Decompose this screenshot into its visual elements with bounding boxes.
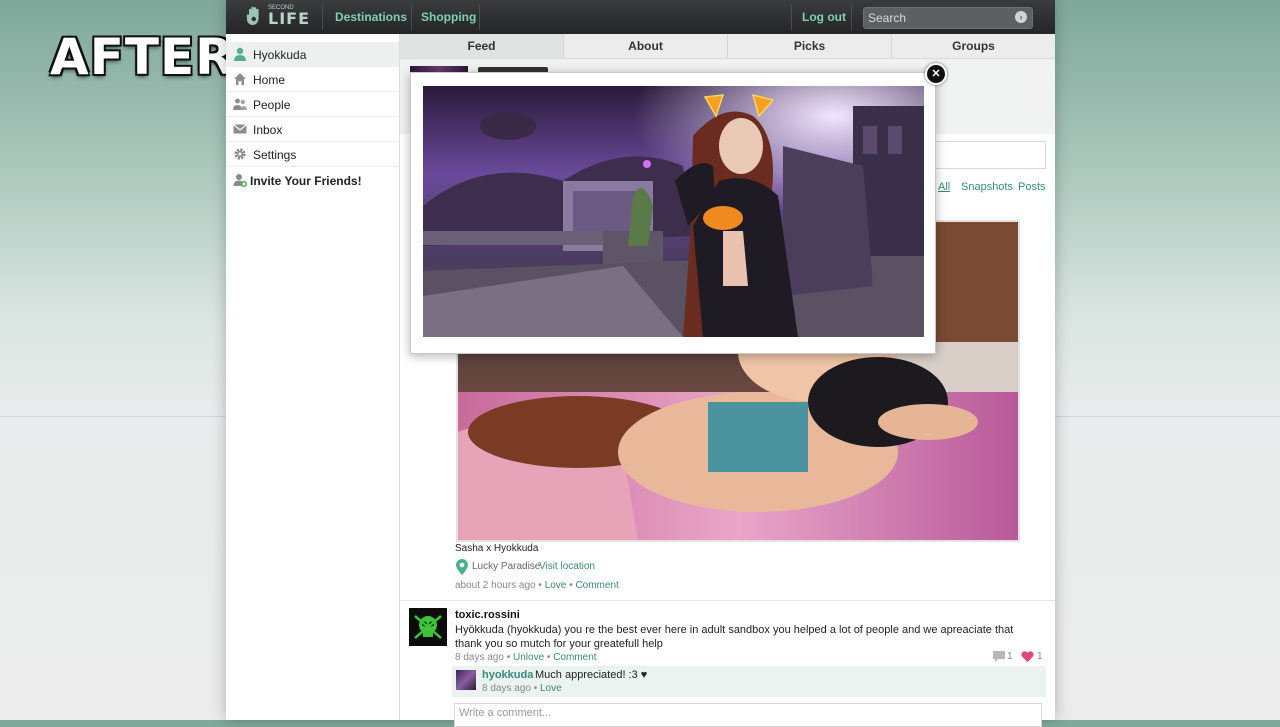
- filter-posts[interactable]: Posts: [1018, 181, 1046, 193]
- love-count: 1: [1037, 651, 1043, 662]
- nav-separator: [851, 4, 852, 30]
- filter-snapshots[interactable]: Snapshots: [961, 181, 1013, 193]
- comment-link[interactable]: Comment: [553, 652, 596, 663]
- close-icon[interactable]: ✕: [925, 63, 947, 85]
- preview-image: [423, 86, 924, 337]
- logo-text: LIFE: [268, 9, 311, 28]
- tab-about[interactable]: About: [564, 34, 728, 58]
- sidebar-item-label: Inbox: [253, 123, 283, 137]
- people-icon: [233, 98, 247, 110]
- profile-tabs: Feed About Picks Groups: [400, 34, 1055, 59]
- logout-link[interactable]: Log out: [802, 10, 846, 24]
- sidebar-item-label: Settings: [253, 148, 297, 162]
- skull-icon: [409, 608, 447, 646]
- reply-meta: 8 days ago • Love: [482, 683, 562, 694]
- love-link[interactable]: Love: [545, 580, 567, 591]
- nav-destinations[interactable]: Destinations: [335, 10, 407, 24]
- image-preview-modal: [410, 72, 936, 354]
- nav-separator: [322, 4, 323, 30]
- tab-feed[interactable]: Feed: [400, 34, 564, 58]
- commenter-avatar[interactable]: [409, 608, 447, 646]
- location-name: Lucky Paradise: [472, 561, 541, 572]
- sidebar-item-label: Invite Your Friends!: [250, 174, 362, 188]
- write-comment-box: [454, 703, 1042, 727]
- post-time: about 2 hours ago: [455, 580, 536, 591]
- home-icon: [234, 73, 246, 85]
- unlove-link[interactable]: Unlove: [513, 652, 544, 663]
- sidebar: Hyokkuda Home People Inbox Settings Invi…: [226, 34, 400, 720]
- filter-all[interactable]: All: [938, 181, 950, 193]
- sidebar-item-inbox[interactable]: Inbox: [226, 117, 399, 142]
- post-meta: about 2 hours ago • Love • Comment: [455, 580, 619, 591]
- add-person-icon: [233, 174, 247, 187]
- search-input[interactable]: [868, 10, 1008, 26]
- post-input[interactable]: [929, 141, 1046, 169]
- speech-bubble-icon[interactable]: [993, 651, 1005, 662]
- sidebar-item-label: Home: [253, 73, 286, 87]
- write-comment-input[interactable]: [459, 707, 1029, 719]
- post-caption: Sasha x Hyokkuda: [455, 543, 539, 554]
- sidebar-item-label: People: [253, 98, 291, 112]
- person-icon: [234, 47, 246, 61]
- tab-groups[interactable]: Groups: [892, 34, 1055, 58]
- sidebar-item-profile[interactable]: Hyokkuda: [226, 42, 399, 67]
- sidebar-item-settings[interactable]: Settings: [226, 142, 399, 167]
- love-link[interactable]: Love: [540, 683, 562, 694]
- reply-time: 8 days ago: [482, 683, 531, 694]
- reply-item: hyokkuda Much appreciated! :3 ♥ 8 days a…: [452, 666, 1046, 697]
- divider: [400, 600, 1055, 601]
- commenter-username[interactable]: toxic.rossini: [455, 609, 520, 621]
- location-pin-icon: [456, 559, 468, 575]
- comment-link[interactable]: Comment: [575, 580, 618, 591]
- tab-picks[interactable]: Picks: [728, 34, 892, 58]
- reply-username[interactable]: hyokkuda: [482, 669, 533, 681]
- envelope-icon: [233, 124, 247, 134]
- reply-avatar[interactable]: [456, 670, 476, 690]
- gear-icon: [234, 148, 246, 160]
- comment-meta: 8 days ago • Unlove • Comment: [455, 652, 597, 663]
- search-go-icon[interactable]: ›: [1015, 11, 1027, 23]
- sidebar-item-invite-friends[interactable]: Invite Your Friends!: [226, 168, 399, 192]
- comment-time: 8 days ago: [455, 652, 504, 663]
- heart-icon[interactable]: [1021, 651, 1034, 662]
- preview-illustration: [423, 86, 924, 337]
- second-life-logo[interactable]: SECOND LIFE: [246, 5, 309, 28]
- sidebar-item-label: Hyokkuda: [253, 48, 307, 62]
- visit-location-link[interactable]: Visit location: [539, 561, 595, 572]
- search-box: ›: [863, 7, 1033, 29]
- sidebar-item-people[interactable]: People: [226, 92, 399, 117]
- reply-text: Much appreciated! :3 ♥: [535, 669, 648, 681]
- hand-eye-icon: [246, 6, 259, 26]
- sidebar-item-home[interactable]: Home: [226, 67, 399, 92]
- nav-separator: [791, 4, 792, 30]
- top-navigation-bar: SECOND LIFE Destinations Shopping Log ou…: [226, 0, 1055, 34]
- nav-shopping[interactable]: Shopping: [421, 10, 476, 24]
- nav-separator: [411, 4, 412, 30]
- nav-separator: [479, 4, 480, 30]
- comment-text: Hyōkkuda (hyokkuda) you re the best ever…: [455, 624, 1014, 650]
- overlay-label: AFTER: [50, 28, 235, 86]
- comment-count: 1: [1007, 651, 1013, 662]
